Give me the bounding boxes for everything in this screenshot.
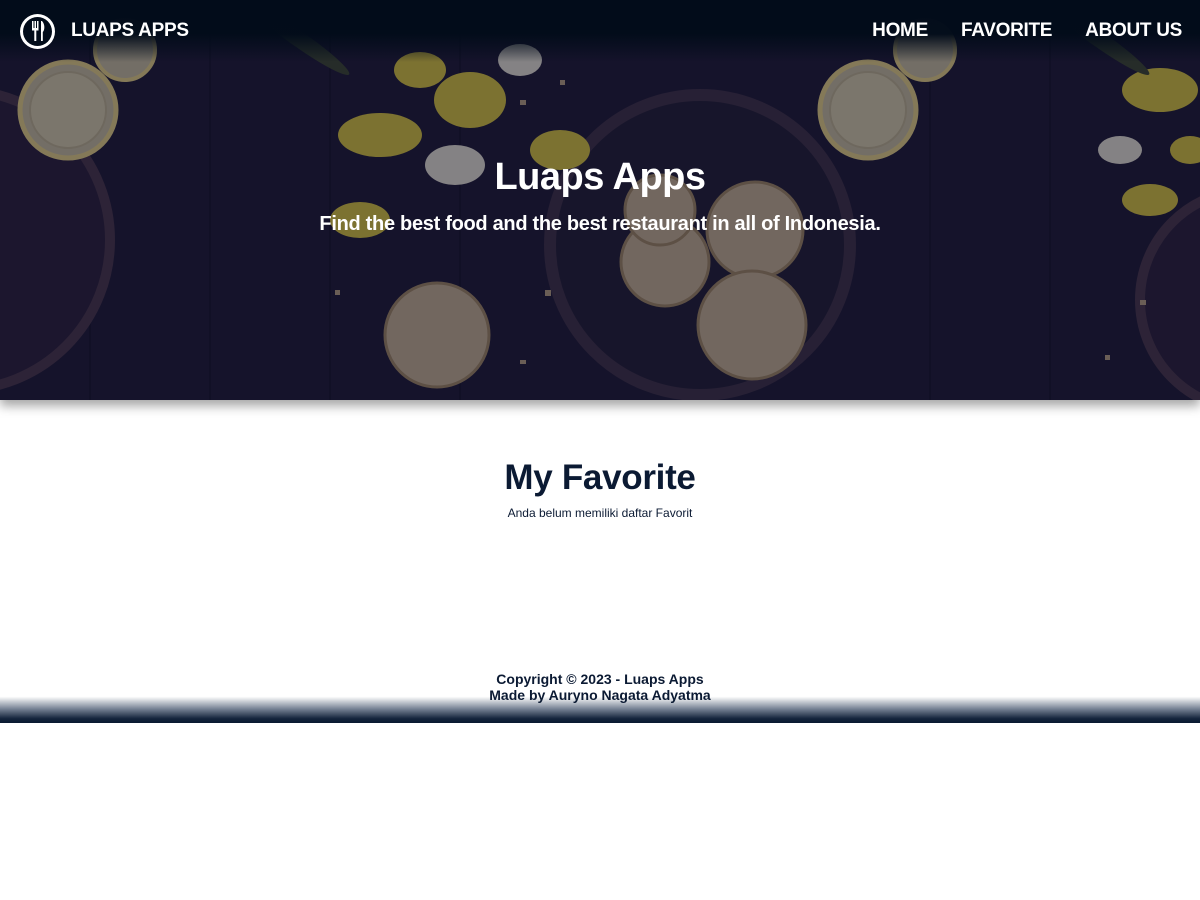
footer-credit: Made by Auryno Nagata Adyatma (489, 687, 711, 703)
footer: Copyright © 2023 - Luaps Apps Made by Au… (0, 668, 1200, 723)
footer-copyright: Copyright © 2023 - Luaps Apps (496, 671, 704, 687)
nav-link-home[interactable]: HOME (872, 20, 928, 42)
favorite-section: My Favorite Anda belum memiliki daftar F… (0, 458, 1200, 520)
hero-content: Luaps Apps Find the best food and the be… (0, 156, 1200, 236)
section-title: My Favorite (504, 458, 696, 497)
top-navbar: LUAPS APPS HOME FAVORITE ABOUT US (0, 0, 1200, 62)
empty-favorite-message: Anda belum memiliki daftar Favorit (507, 506, 693, 520)
hero-title: Luaps Apps (494, 156, 706, 198)
hero-tagline: Find the best food and the best restaura… (319, 213, 881, 235)
nav-link-about-us[interactable]: ABOUT US (1085, 20, 1182, 42)
brand[interactable]: LUAPS APPS (20, 13, 189, 49)
brand-name-link[interactable]: LUAPS APPS (71, 20, 189, 42)
main-nav: HOME FAVORITE ABOUT US (872, 20, 1182, 42)
nav-link-favorite[interactable]: FAVORITE (961, 20, 1053, 42)
fork-knife-icon[interactable] (20, 13, 55, 49)
